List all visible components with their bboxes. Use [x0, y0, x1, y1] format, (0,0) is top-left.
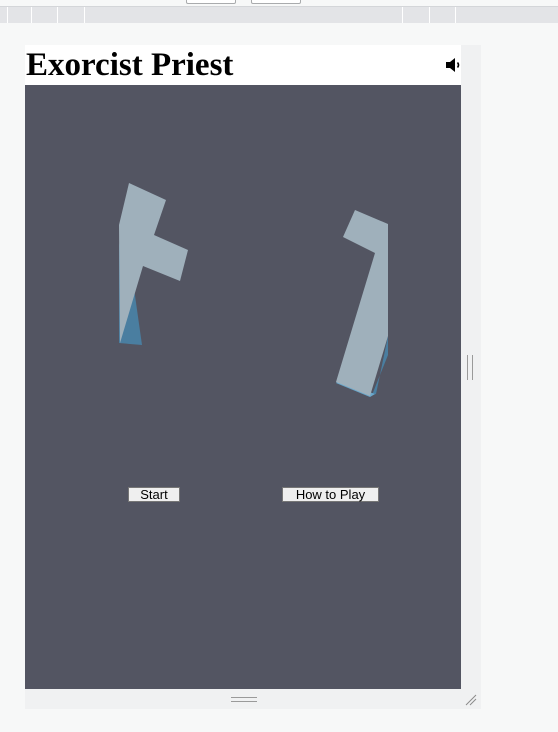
vertical-resize-handle[interactable] — [467, 355, 473, 380]
game-sprites — [119, 183, 388, 397]
toolbar-divider — [455, 7, 456, 23]
right-sprite — [336, 210, 388, 397]
toolbar-divider — [57, 7, 58, 23]
left-sprite — [119, 183, 188, 345]
horizontal-resize-handle[interactable] — [231, 697, 257, 702]
toolbar-divider — [84, 7, 85, 23]
game-canvas[interactable]: Start How to Play — [25, 85, 461, 689]
speaker-volume-icon[interactable] — [445, 56, 463, 74]
how-to-play-button[interactable]: How to Play — [282, 487, 379, 502]
start-button[interactable]: Start — [128, 487, 180, 502]
top-strip-button[interactable] — [186, 0, 236, 4]
toolbar-divider — [31, 7, 32, 23]
game-title: Exorcist Priest — [26, 47, 234, 83]
top-strip-button[interactable] — [251, 0, 301, 4]
toolbar-divider — [7, 7, 8, 23]
editor-toolbar — [0, 7, 558, 23]
toolbar-divider — [402, 7, 403, 23]
resize-grip-icon[interactable] — [465, 693, 477, 706]
toolbar-divider — [429, 7, 430, 23]
game-page: Exorcist Priest Start How to Play — [25, 45, 461, 689]
game-header: Exorcist Priest — [25, 45, 461, 86]
browser-top-strip — [0, 0, 558, 7]
